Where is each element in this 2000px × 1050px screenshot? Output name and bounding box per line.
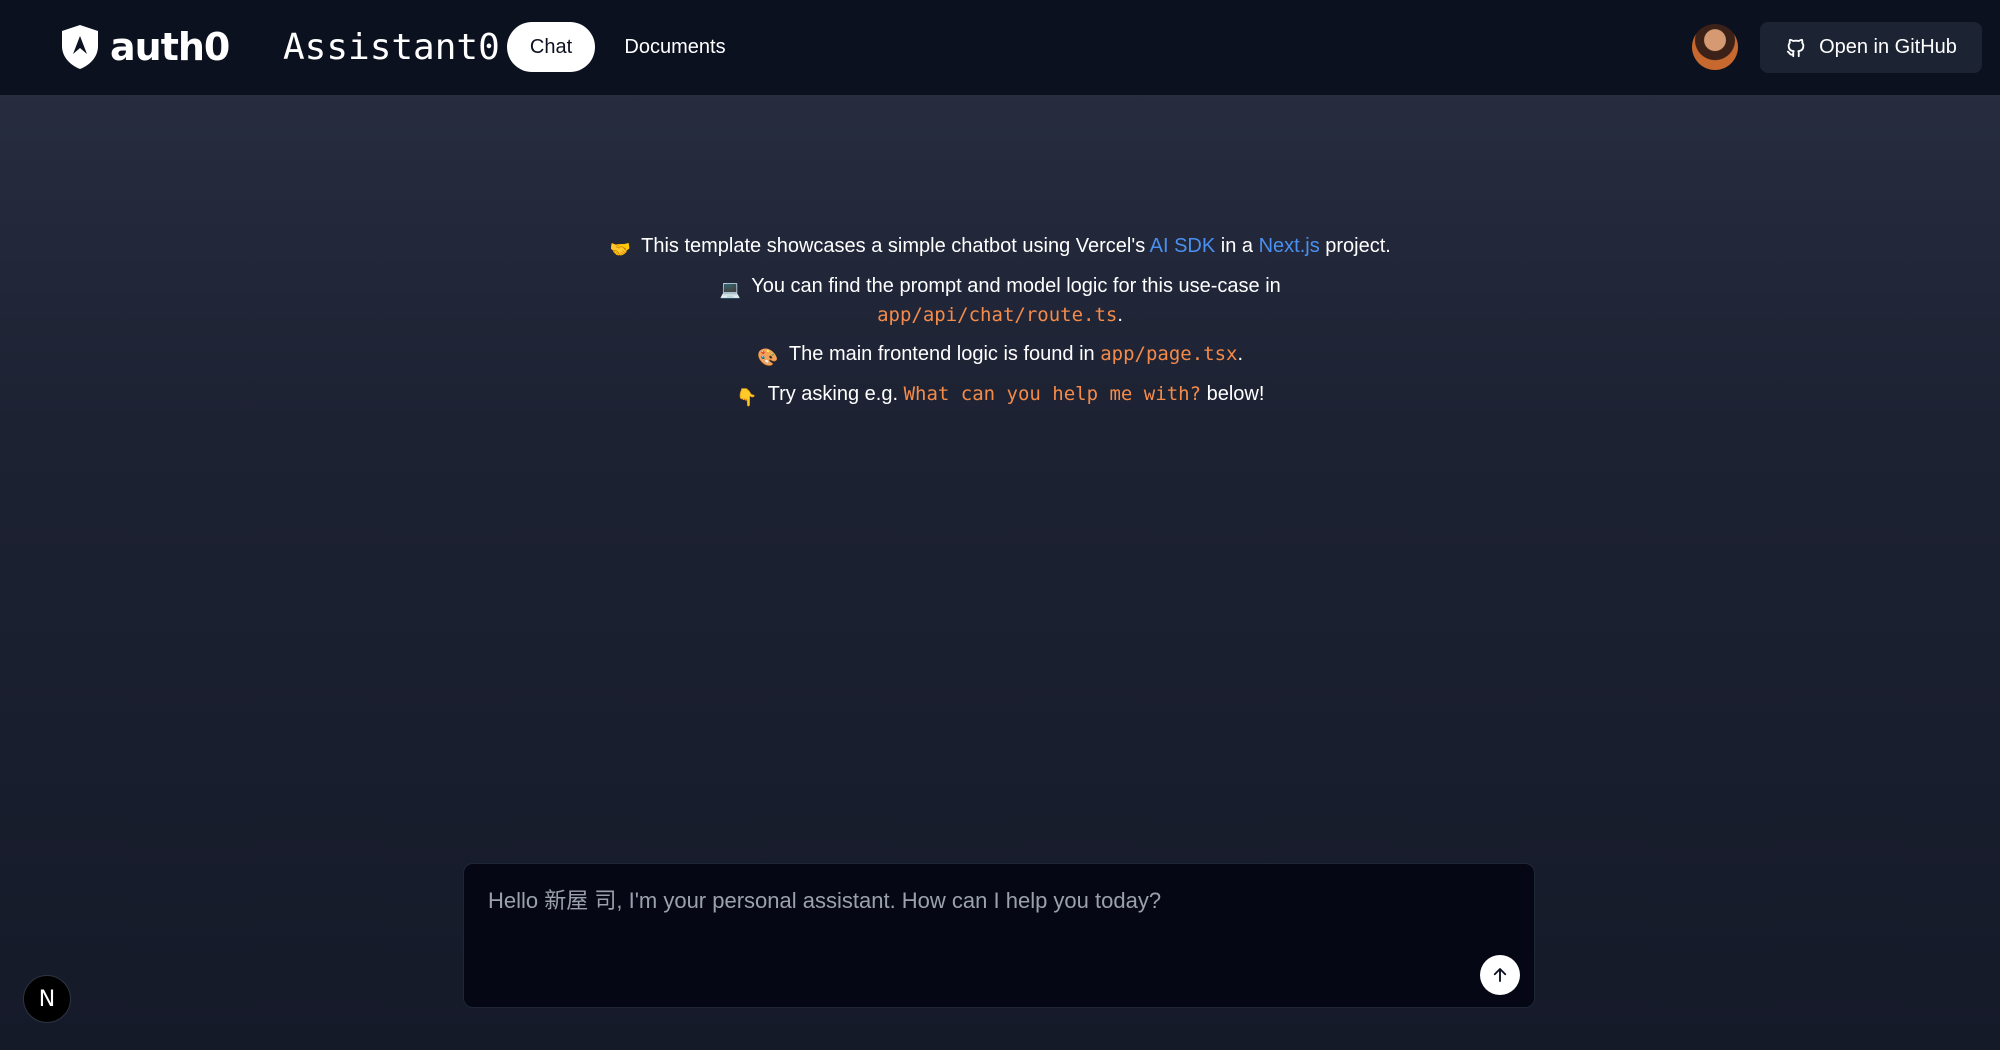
intro-line-frontend-logic: 🎨 The main frontend logic is found in app… xyxy=(500,340,1500,369)
chat-message-input[interactable] xyxy=(486,884,1490,968)
palette-icon: 🎨 xyxy=(757,348,779,367)
send-button[interactable] xyxy=(1480,955,1520,995)
intro-line-prompt-logic: 💻 You can find the prompt and model logic… xyxy=(500,272,1500,329)
auth0-logo[interactable]: auth0 xyxy=(60,22,230,72)
app-title[interactable]: Assistant0 xyxy=(283,24,500,72)
user-avatar[interactable] xyxy=(1692,24,1738,70)
arrow-up-icon xyxy=(1493,968,1507,982)
github-icon xyxy=(1786,38,1805,57)
intro-message: 🤝 This template showcases a simple chatbo… xyxy=(500,232,1500,420)
top-nav-bar: auth0 Assistant0 Chat Documents Open in … xyxy=(0,0,2000,95)
intro-text: The main frontend logic is found in xyxy=(788,343,1101,365)
github-button-label: Open in GitHub xyxy=(1819,36,1957,58)
nextjs-link[interactable]: Next.js xyxy=(1259,235,1320,257)
example-question-code: What can you help me with? xyxy=(903,383,1202,405)
handshake-icon: 🤝 xyxy=(609,240,631,259)
route-file-code: app/api/chat/route.ts xyxy=(877,304,1118,326)
intro-text: . xyxy=(1237,343,1244,365)
chat-composer xyxy=(463,863,1535,1008)
intro-line-try-asking: 👇 Try asking e.g. What can you help me wi… xyxy=(500,380,1500,409)
intro-text: . xyxy=(1117,304,1123,326)
intro-text: project. xyxy=(1319,235,1391,257)
intro-text: You can find the prompt and model logic … xyxy=(751,275,1281,297)
pointing-down-icon: 👇 xyxy=(736,388,758,407)
ai-sdk-link[interactable]: AI SDK xyxy=(1150,235,1216,257)
nav-tab-chat[interactable]: Chat xyxy=(507,22,595,72)
intro-text: in a xyxy=(1215,235,1259,257)
intro-text: below! xyxy=(1201,383,1265,405)
logo-wordmark: auth0 xyxy=(110,25,230,69)
page-file-code: app/page.tsx xyxy=(1100,343,1238,365)
intro-line-template: 🤝 This template showcases a simple chatbo… xyxy=(500,232,1500,261)
laptop-icon: 💻 xyxy=(719,280,741,299)
nav-tab-documents[interactable]: Documents xyxy=(610,22,740,72)
open-in-github-button[interactable]: Open in GitHub xyxy=(1760,22,1982,73)
nextjs-dev-tools-button[interactable]: N xyxy=(23,975,71,1023)
intro-text: This template showcases a simple chatbot… xyxy=(641,235,1150,257)
intro-text: Try asking e.g. xyxy=(767,383,904,405)
auth0-shield-icon xyxy=(62,25,98,69)
